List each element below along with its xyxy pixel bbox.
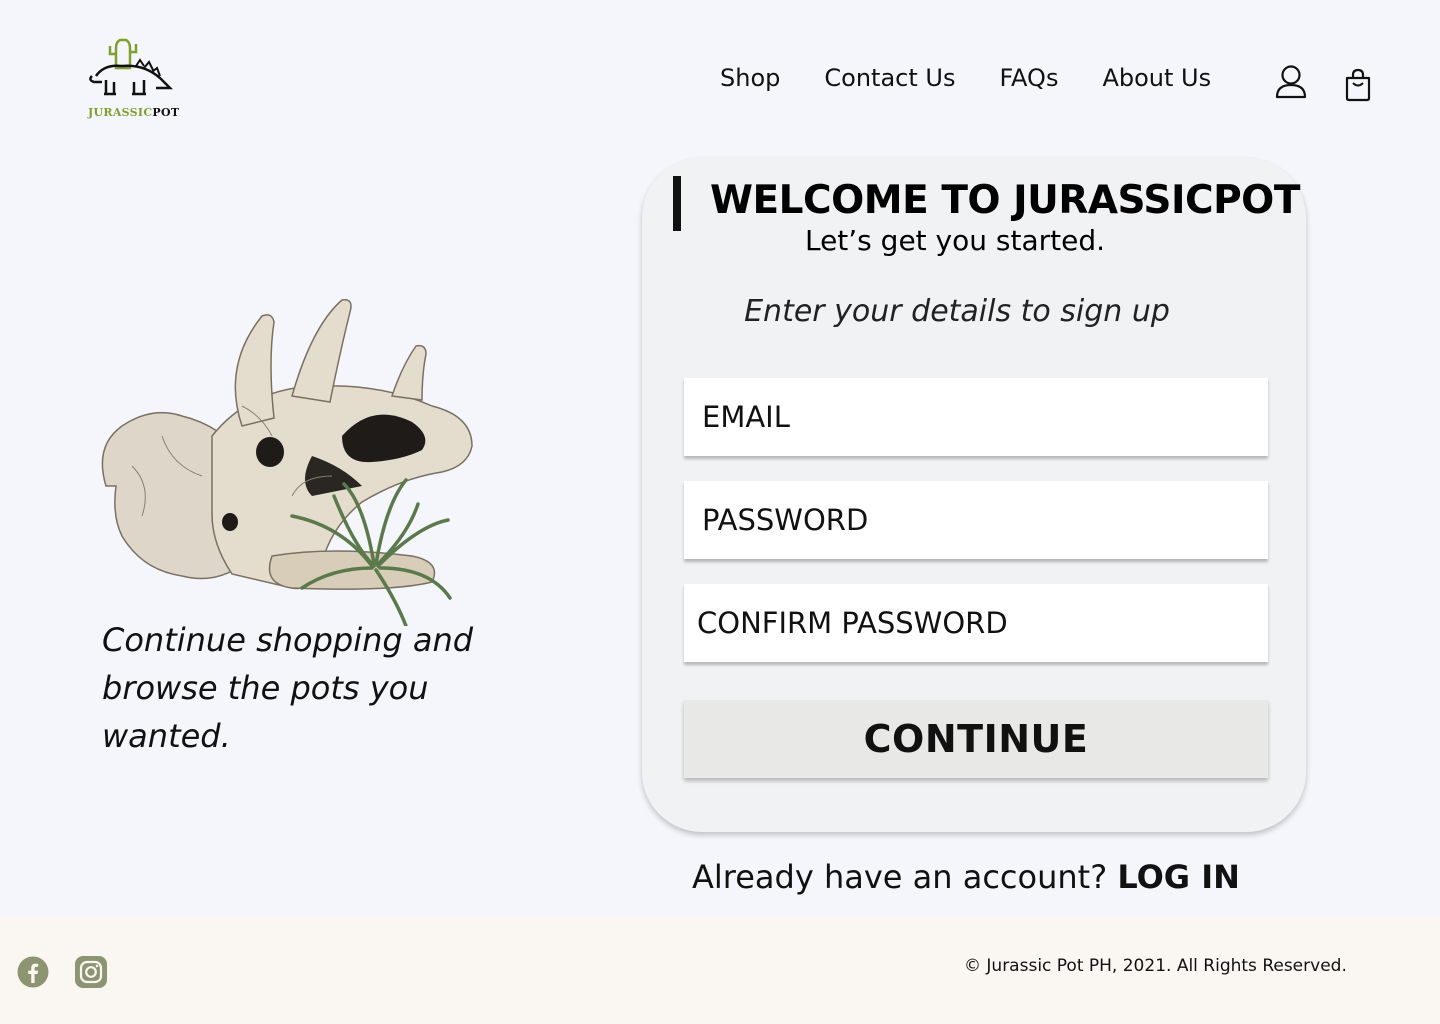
password-field[interactable] [684,481,1268,559]
logo-wordmark: JURASSICPOT [88,106,179,119]
nav-faqs-link[interactable]: FAQs [999,64,1058,92]
nav-about-link[interactable]: About Us [1102,64,1211,92]
logo-text-pot: POT [152,106,180,119]
login-link[interactable]: LOG IN [1117,858,1240,896]
logo-text-jurassic: JURASSIC [88,106,153,119]
nav-shop-link[interactable]: Shop [720,64,780,92]
promo-text: Continue shopping and browse the pots yo… [102,621,474,755]
triceratops-skull-planter-image [92,296,492,628]
continue-button[interactable]: CONTINUE [684,700,1268,778]
copyright-text: © Jurassic Pot PH, 2021. All Rights Rese… [964,956,1347,976]
login-prompt-text: Already have an account? [692,858,1108,896]
instagram-icon[interactable] [75,956,107,988]
signup-hint: Enter your details to sign up [744,294,1170,329]
signup-title: WELCOME TO JURASSICPOT [710,178,1300,223]
confirm-password-field[interactable] [684,584,1268,662]
main-nav: Shop Contact Us FAQs About Us [720,64,1211,92]
footer: © Jurassic Pot PH, 2021. All Rights Rese… [0,916,1440,1024]
jurassicpot-logo[interactable]: JURASSICPOT [86,36,179,126]
shopping-bag-icon[interactable] [1343,68,1373,102]
login-prompt: Already have an account? LOG IN [692,858,1240,896]
cactus-dinosaur-logo-icon [89,38,174,96]
user-icon[interactable] [1274,64,1308,100]
email-field[interactable] [684,378,1268,456]
signup-card: WELCOME TO JURASSICPOT Let’s get you sta… [642,158,1306,832]
facebook-icon[interactable] [17,956,49,988]
signup-subtitle: Let’s get you started. [804,224,1106,257]
signup-page: JURASSICPOT Shop Contact Us FAQs About U… [0,0,1440,1024]
title-accent-bar [673,176,681,231]
nav-contact-link[interactable]: Contact Us [824,64,955,92]
